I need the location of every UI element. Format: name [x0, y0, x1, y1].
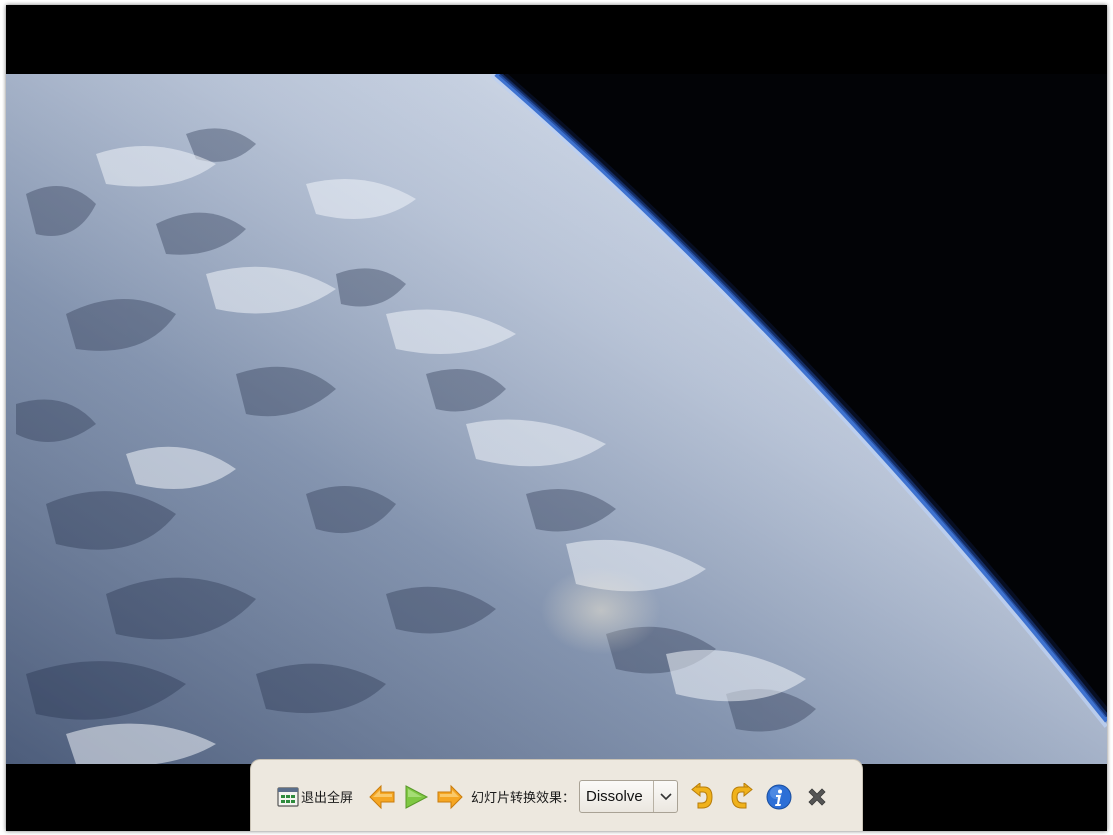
- close-icon: [805, 785, 829, 809]
- transition-effect-select[interactable]: Dissolve: [579, 780, 679, 813]
- previous-button[interactable]: [365, 782, 399, 812]
- info-button[interactable]: [760, 782, 798, 812]
- exit-fullscreen-button[interactable]: 退出全屏: [277, 782, 353, 812]
- rotate-right-icon: [728, 782, 754, 811]
- close-button[interactable]: [798, 782, 836, 812]
- fullscreen-viewer: 退出全屏 幻灯片转换效果： Dissolve: [6, 5, 1107, 831]
- chevron-down-icon[interactable]: [653, 781, 677, 812]
- rotate-left-button[interactable]: [684, 782, 722, 812]
- info-icon: [766, 784, 792, 810]
- slideshow-image: [6, 74, 1107, 764]
- slideshow-toolbar: 退出全屏 幻灯片转换效果： Dissolve: [250, 759, 863, 831]
- play-button[interactable]: [399, 782, 433, 812]
- fullscreen-icon: [277, 786, 299, 808]
- transition-effect-value: Dissolve: [586, 788, 643, 805]
- arrow-right-icon: [436, 784, 464, 810]
- exit-fullscreen-label: 退出全屏: [300, 791, 353, 806]
- rotate-right-button[interactable]: [722, 782, 760, 812]
- rotate-left-icon: [690, 782, 716, 811]
- next-button[interactable]: [433, 782, 467, 812]
- arrow-left-icon: [368, 784, 396, 810]
- play-icon: [403, 784, 429, 810]
- transition-effect-label: 幻灯片转换效果：: [471, 791, 576, 806]
